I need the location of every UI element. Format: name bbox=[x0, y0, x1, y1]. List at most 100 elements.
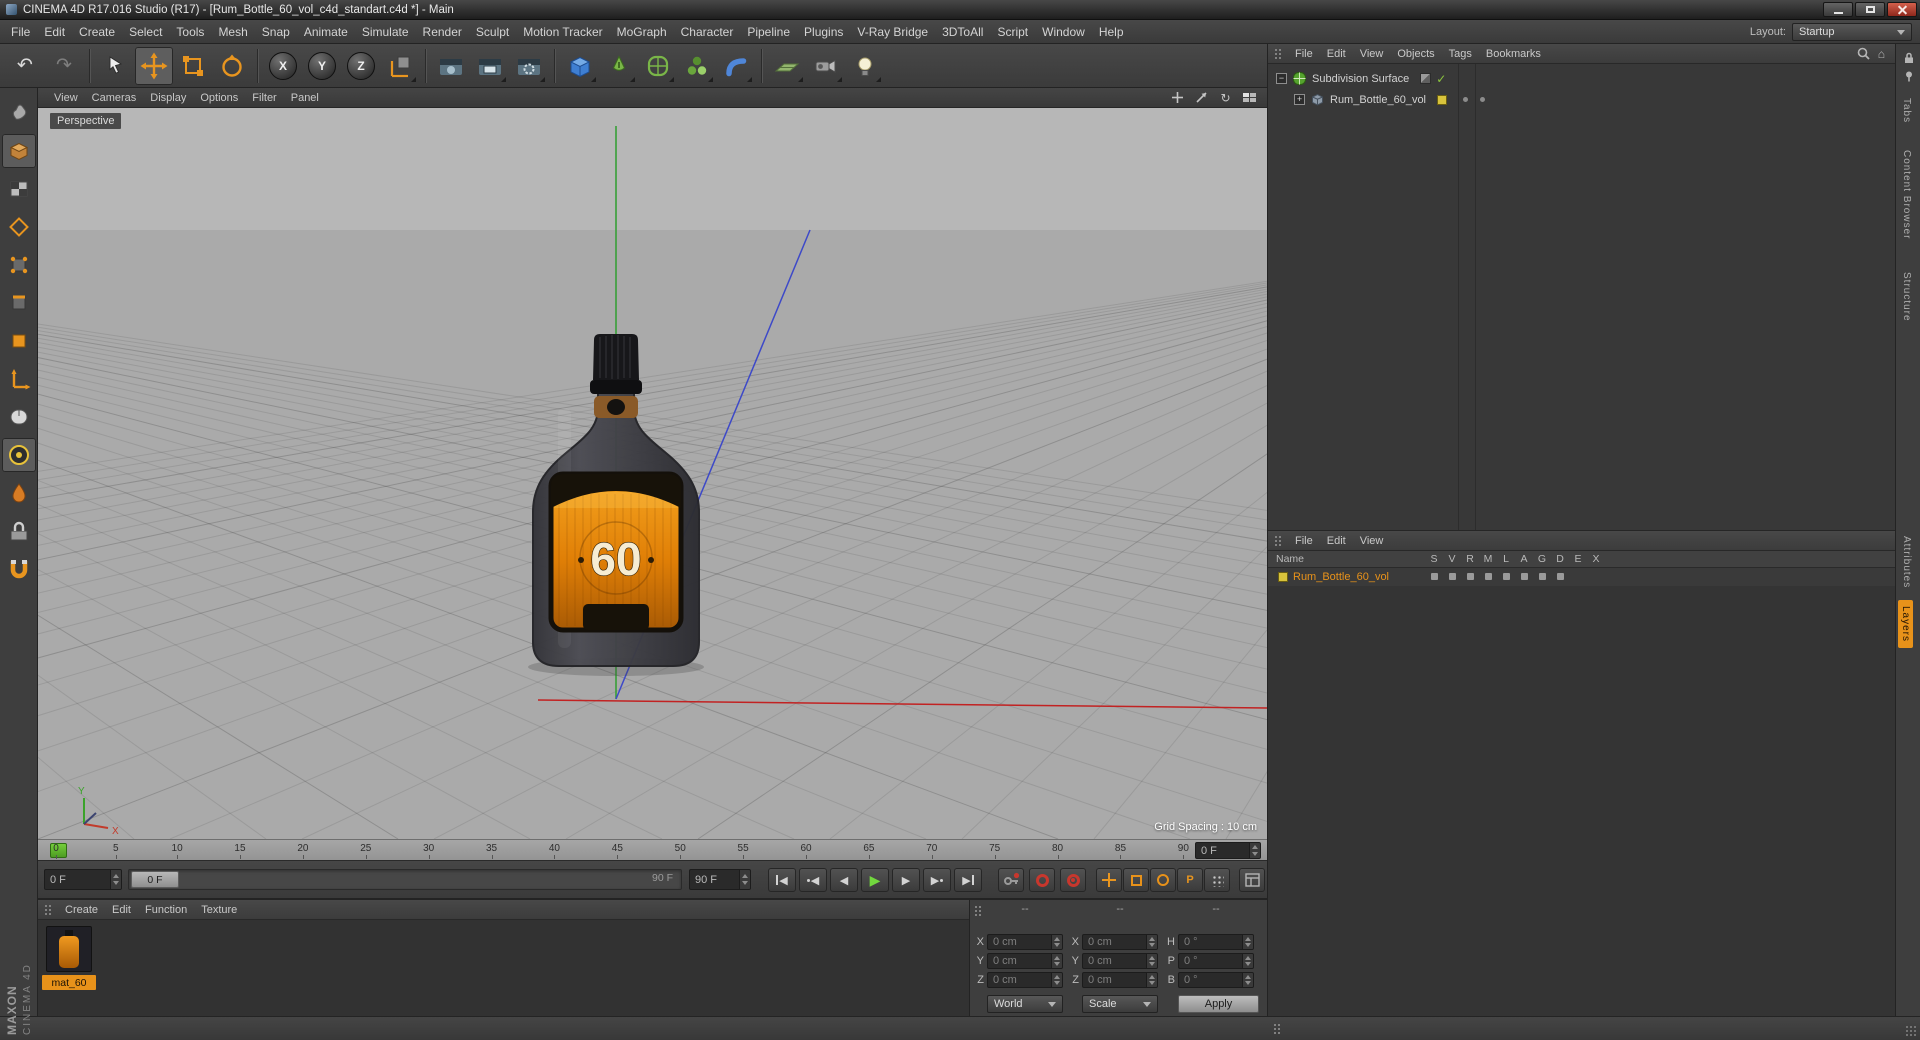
end-frame-field[interactable]: 90 F bbox=[689, 869, 751, 890]
close-button[interactable] bbox=[1887, 2, 1917, 17]
vp-menu-view[interactable]: View bbox=[48, 90, 84, 106]
menu-motion-tracker[interactable]: Motion Tracker bbox=[516, 22, 609, 42]
panel-grip[interactable] bbox=[1274, 534, 1283, 547]
autokey-button[interactable] bbox=[1029, 868, 1055, 892]
tab-structure[interactable]: Structure bbox=[1899, 266, 1914, 328]
coordinate-system-button[interactable] bbox=[381, 47, 419, 85]
render-picture-viewer-button[interactable] bbox=[471, 47, 509, 85]
menu-edit[interactable]: Edit bbox=[37, 22, 72, 42]
size-mode-dropdown[interactable]: Scale bbox=[1082, 995, 1158, 1013]
menu-file[interactable]: File bbox=[4, 22, 37, 42]
om-menu-view[interactable]: View bbox=[1354, 46, 1390, 62]
menu-plugins[interactable]: Plugins bbox=[797, 22, 850, 42]
search-icon[interactable] bbox=[1857, 47, 1870, 60]
col-m[interactable]: M bbox=[1479, 551, 1497, 565]
resize-grip[interactable] bbox=[1905, 1025, 1917, 1037]
object-row-subdivision-surface[interactable]: − Subdivision Surface ✓ bbox=[1268, 68, 1895, 89]
material-thumbnail[interactable] bbox=[46, 926, 92, 972]
menu-mograph[interactable]: MoGraph bbox=[610, 22, 674, 42]
rot-b-field[interactable]: 0 ° bbox=[1178, 972, 1254, 988]
maximize-button[interactable] bbox=[1855, 2, 1885, 17]
col-x[interactable]: X bbox=[1587, 551, 1605, 565]
subdivision-surface-button[interactable] bbox=[639, 47, 677, 85]
panel-grip[interactable] bbox=[1274, 47, 1283, 60]
floor-button[interactable] bbox=[768, 47, 806, 85]
menu-snap[interactable]: Snap bbox=[255, 22, 297, 42]
menu-mesh[interactable]: Mesh bbox=[211, 22, 254, 42]
menu-window[interactable]: Window bbox=[1035, 22, 1092, 42]
spinner[interactable] bbox=[110, 870, 121, 889]
menu-tools[interactable]: Tools bbox=[169, 22, 211, 42]
om-menu-objects[interactable]: Objects bbox=[1391, 46, 1440, 62]
vp-menu-display[interactable]: Display bbox=[144, 90, 192, 106]
workplane-mode-button[interactable] bbox=[2, 210, 36, 244]
key-point-level-button[interactable] bbox=[1204, 868, 1230, 892]
record-keyframe-button[interactable] bbox=[998, 868, 1024, 892]
goto-start-button[interactable]: ◀ bbox=[768, 868, 796, 892]
spinner[interactable] bbox=[739, 870, 750, 889]
previous-frame-button[interactable]: ◀ bbox=[830, 868, 858, 892]
rot-h-field[interactable]: 0 ° bbox=[1178, 934, 1254, 950]
pan-view-button[interactable] bbox=[1170, 90, 1185, 105]
play-button[interactable]: ▶ bbox=[861, 868, 889, 892]
rotate-tool-button[interactable] bbox=[213, 47, 251, 85]
material-name[interactable]: mat_60 bbox=[42, 975, 96, 990]
camera-label[interactable]: Perspective bbox=[50, 113, 122, 129]
magnet-button[interactable] bbox=[2, 552, 36, 586]
vp-menu-filter[interactable]: Filter bbox=[246, 90, 282, 106]
vp-menu-options[interactable]: Options bbox=[194, 90, 244, 106]
deformer-button[interactable] bbox=[717, 47, 755, 85]
vp-menu-cameras[interactable]: Cameras bbox=[86, 90, 143, 106]
add-cube-button[interactable] bbox=[561, 47, 599, 85]
menu-script[interactable]: Script bbox=[990, 22, 1035, 42]
minimize-button[interactable] bbox=[1823, 2, 1853, 17]
object-row-rum-bottle[interactable]: + Rum_Bottle_60_vol bbox=[1268, 89, 1895, 110]
apply-button[interactable]: Apply bbox=[1178, 995, 1259, 1013]
layer-toggles[interactable] bbox=[1425, 573, 1605, 580]
light-button[interactable] bbox=[846, 47, 884, 85]
z-axis-lock-button[interactable]: Z bbox=[342, 47, 380, 85]
next-key-button[interactable]: ▶ bbox=[923, 868, 951, 892]
col-d[interactable]: D bbox=[1551, 551, 1569, 565]
axis-mode-button[interactable] bbox=[2, 362, 36, 396]
object-list[interactable]: − Subdivision Surface ✓ + Rum_Bottle_60_… bbox=[1268, 64, 1895, 531]
pos-y-field[interactable]: 0 cm bbox=[987, 953, 1063, 969]
lm-menu-view[interactable]: View bbox=[1354, 533, 1390, 549]
menu-animate[interactable]: Animate bbox=[297, 22, 355, 42]
col-a[interactable]: A bbox=[1515, 551, 1533, 565]
model-mode-button[interactable] bbox=[1, 134, 36, 168]
toggle-views-button[interactable] bbox=[1242, 90, 1257, 105]
menu-create[interactable]: Create bbox=[72, 22, 122, 42]
menu-help[interactable]: Help bbox=[1092, 22, 1131, 42]
mat-menu-create[interactable]: Create bbox=[59, 902, 104, 918]
tab-layers[interactable]: Layers bbox=[1898, 600, 1913, 649]
menu-pipeline[interactable]: Pipeline bbox=[740, 22, 797, 42]
position-mode-dropdown[interactable]: World bbox=[987, 995, 1063, 1013]
om-menu-tags[interactable]: Tags bbox=[1443, 46, 1478, 62]
col-s[interactable]: S bbox=[1425, 551, 1443, 565]
lock-workplane-button[interactable] bbox=[2, 514, 36, 548]
col-e[interactable]: E bbox=[1569, 551, 1587, 565]
col-r[interactable]: R bbox=[1461, 551, 1479, 565]
zoom-view-button[interactable] bbox=[1194, 90, 1209, 105]
polygons-mode-button[interactable] bbox=[2, 324, 36, 358]
object-name[interactable]: Subdivision Surface bbox=[1312, 73, 1409, 85]
panel-grip[interactable] bbox=[44, 903, 53, 916]
sds-weight-icon[interactable] bbox=[1420, 73, 1432, 84]
rotate-view-button[interactable]: ↻ bbox=[1218, 90, 1233, 105]
points-mode-button[interactable] bbox=[2, 248, 36, 282]
layer-name[interactable]: Rum_Bottle_60_vol bbox=[1293, 571, 1389, 583]
undo-button[interactable]: ↶ bbox=[6, 47, 44, 85]
rot-p-field[interactable]: 0 ° bbox=[1178, 953, 1254, 969]
key-parameter-button[interactable]: P bbox=[1177, 868, 1203, 892]
goto-end-button[interactable]: ▶ bbox=[954, 868, 982, 892]
om-menu-file[interactable]: File bbox=[1289, 46, 1319, 62]
expand-toggle-icon[interactable]: + bbox=[1294, 94, 1305, 105]
render-view-button[interactable] bbox=[432, 47, 470, 85]
menu-vray-bridge[interactable]: V-Ray Bridge bbox=[850, 22, 935, 42]
viewport-canvas[interactable]: 60 Y X Perspective Grid Spacing : 10 cm bbox=[38, 108, 1267, 839]
om-menu-edit[interactable]: Edit bbox=[1321, 46, 1352, 62]
live-selection-button[interactable] bbox=[96, 47, 134, 85]
x-axis-lock-button[interactable]: X bbox=[264, 47, 302, 85]
layout-dropdown[interactable]: Startup bbox=[1792, 23, 1912, 41]
